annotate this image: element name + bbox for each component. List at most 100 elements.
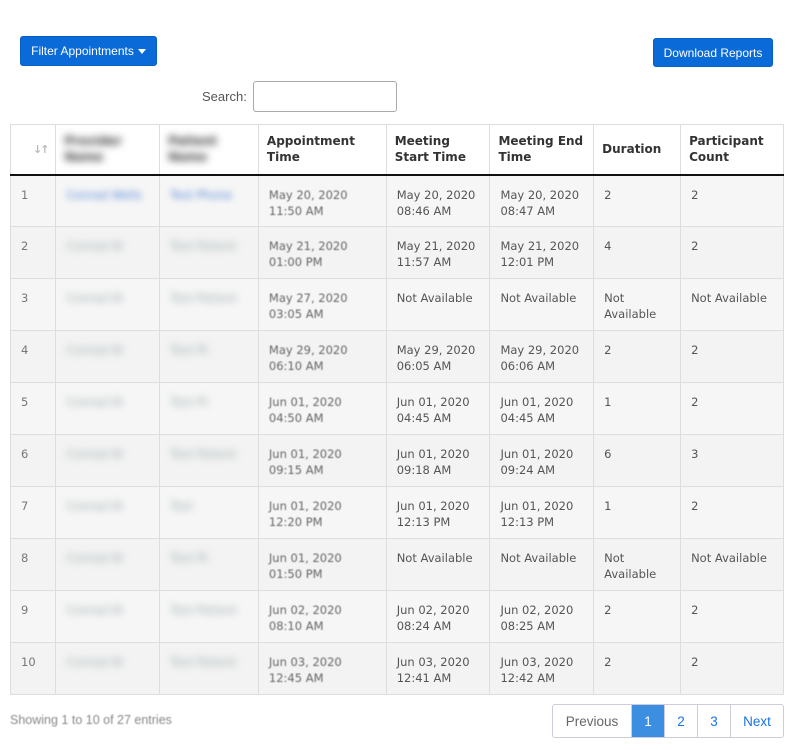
provider-header-label: Provider Name bbox=[64, 134, 122, 165]
patient-name-cell[interactable]: Test bbox=[159, 486, 259, 539]
provider-name-cell[interactable]: Conrad W bbox=[55, 434, 161, 487]
appointment-date: Jun 01, 2020 bbox=[268, 395, 342, 409]
row-number: 5 bbox=[9, 382, 57, 435]
provider-name: Conrad W bbox=[66, 239, 123, 253]
meeting-start-cell: Jun 01, 2020 04:45 AM bbox=[386, 382, 491, 435]
column-header-appointment-time[interactable]: Appointment Time bbox=[258, 124, 387, 176]
provider-name-cell[interactable]: Conrad W bbox=[55, 486, 161, 539]
column-header-patient[interactable]: Patient Name bbox=[159, 124, 259, 176]
appointment-date: May 21, 2020 bbox=[268, 239, 348, 253]
appointment-time-cell: May 27, 2020 03:05 AM bbox=[258, 278, 387, 331]
provider-name: Conrad W bbox=[66, 499, 123, 513]
provider-name-cell[interactable]: Conrad W bbox=[55, 382, 161, 435]
appointment-time-cell: May 29, 2020 06:10 AM bbox=[258, 330, 387, 383]
appointment-clock: 04:50 AM bbox=[268, 411, 324, 425]
row-number: 10 bbox=[9, 642, 57, 695]
meeting-start-clock: 11:57 AM bbox=[396, 255, 452, 269]
table-row: 5 Conrad W Test Pt Jun 01, 2020 04:50 AM Jun … bbox=[9, 382, 784, 435]
meeting-start-cell: May 21, 2020 11:57 AM bbox=[386, 226, 491, 279]
meeting-end-cell: Jun 01, 2020 12:13 PM bbox=[489, 486, 595, 539]
meeting-end-cell: Jun 01, 2020 04:45 AM bbox=[489, 382, 595, 435]
appointment-date: May 29, 2020 bbox=[268, 343, 348, 357]
appointment-date: Jun 01, 2020 bbox=[268, 447, 342, 461]
meeting-start-date: Jun 03, 2020 bbox=[396, 655, 470, 669]
column-header-meeting-end[interactable]: Meeting End Time bbox=[489, 124, 595, 176]
meeting-end-clock: 12:42 AM bbox=[500, 671, 556, 685]
column-header-provider[interactable]: Provider Name bbox=[55, 124, 161, 176]
provider-name-cell[interactable]: Conrad W bbox=[55, 538, 161, 591]
appointment-clock: 11:50 AM bbox=[268, 203, 324, 218]
duration-cell: 2 bbox=[593, 590, 682, 643]
meeting-end-date: Jun 02, 2020 bbox=[500, 603, 574, 617]
column-header-number[interactable]: ↓↑ bbox=[9, 124, 57, 176]
meeting-end-date: May 21, 2020 bbox=[500, 239, 580, 253]
filter-appointments-button[interactable]: Filter Appointments bbox=[20, 36, 157, 66]
appointment-date: May 27, 2020 bbox=[268, 291, 348, 305]
meeting-start-date: Jun 01, 2020 bbox=[396, 395, 470, 409]
provider-name-cell[interactable]: Conrad W bbox=[55, 330, 161, 383]
table-row: 10 Conrad W Test Patient Jun 03, 2020 12:45 … bbox=[9, 642, 784, 695]
provider-name-cell[interactable]: Conrad W bbox=[55, 642, 161, 695]
patient-name-cell[interactable]: Test Patient bbox=[159, 278, 259, 331]
meeting-start-date: Not Available bbox=[396, 291, 473, 305]
meeting-end-cell: May 29, 2020 06:06 AM bbox=[489, 330, 595, 383]
appointment-clock: 12:20 PM bbox=[268, 515, 323, 529]
participant-count-cell: 2 bbox=[680, 226, 784, 279]
row-number: 6 bbox=[9, 434, 57, 487]
appointment-clock: 09:15 AM bbox=[268, 463, 324, 477]
duration-cell: 4 bbox=[593, 226, 682, 279]
provider-name-cell[interactable]: Conrad W bbox=[55, 590, 161, 643]
search-row: Search: bbox=[0, 81, 787, 112]
meeting-end-clock: 04:45 AM bbox=[500, 411, 556, 425]
patient-name-cell[interactable]: Test Pt bbox=[159, 538, 259, 591]
meeting-start-date: May 29, 2020 bbox=[396, 343, 476, 357]
appointment-clock: 08:10 AM bbox=[268, 619, 324, 633]
appointment-time-cell: Jun 02, 2020 08:10 AM bbox=[258, 590, 387, 643]
appointment-date: Jun 01, 2020 bbox=[268, 499, 342, 513]
provider-name: Conrad W bbox=[66, 551, 123, 565]
patient-name-cell[interactable]: Test Patient bbox=[159, 590, 259, 643]
appointment-time-cell: May 20, 2020 11:50 AM bbox=[258, 174, 387, 227]
participant-count-cell: 2 bbox=[680, 174, 784, 227]
search-input[interactable] bbox=[253, 81, 397, 112]
pagination-page-1[interactable]: 1 bbox=[631, 705, 664, 737]
column-header-participant-count[interactable]: Participant Count bbox=[680, 124, 784, 176]
meeting-start-date: Jun 02, 2020 bbox=[396, 603, 470, 617]
patient-name-cell[interactable]: Test Pt bbox=[159, 382, 259, 435]
pagination-next[interactable]: Next bbox=[730, 705, 783, 737]
download-reports-button[interactable]: Download Reports bbox=[653, 38, 773, 67]
table-row: 1 Conrad Wells Test Phone May 20, 2020 11:50… bbox=[9, 174, 784, 227]
provider-name-cell[interactable]: Conrad Wells bbox=[55, 174, 161, 227]
meeting-end-clock: 12:01 PM bbox=[500, 255, 555, 269]
meeting-start-clock: 12:13 PM bbox=[396, 515, 451, 529]
patient-name: Test Patient bbox=[170, 447, 237, 461]
pagination-previous[interactable]: Previous bbox=[553, 705, 631, 737]
meeting-end-cell: Jun 01, 2020 09:24 AM bbox=[489, 434, 595, 487]
provider-name: Conrad W bbox=[66, 447, 123, 461]
column-header-duration[interactable]: Duration bbox=[593, 124, 682, 176]
patient-name-cell[interactable]: Test Pt bbox=[159, 330, 259, 383]
meeting-end-date: Jun 01, 2020 bbox=[500, 499, 574, 513]
patient-name-cell[interactable]: Test Patient bbox=[159, 642, 259, 695]
meeting-end-date: Jun 03, 2020 bbox=[500, 655, 574, 669]
pagination-page-2[interactable]: 2 bbox=[664, 705, 697, 737]
patient-name-cell[interactable]: Test Patient bbox=[159, 434, 259, 487]
participant-count-cell: 3 bbox=[680, 434, 784, 487]
pagination-page-3[interactable]: 3 bbox=[697, 705, 730, 737]
meeting-end-date: Jun 01, 2020 bbox=[500, 395, 574, 409]
appointment-clock: 01:50 PM bbox=[268, 567, 323, 581]
provider-name-cell[interactable]: Conrad W bbox=[55, 226, 161, 279]
provider-name-cell[interactable]: Conrad W bbox=[55, 278, 161, 331]
meeting-end-date: Not Available bbox=[500, 291, 577, 305]
search-label: Search: bbox=[202, 89, 247, 104]
column-header-meeting-start[interactable]: Meeting Start Time bbox=[386, 124, 491, 176]
appointment-time-cell: Jun 01, 2020 04:50 AM bbox=[258, 382, 387, 435]
provider-name: Conrad W bbox=[66, 603, 123, 617]
patient-name: Test Patient bbox=[170, 655, 237, 669]
duration-cell: 1 bbox=[593, 382, 682, 435]
patient-name: Test Patient bbox=[170, 603, 237, 617]
patient-name-cell[interactable]: Test Phone bbox=[159, 174, 259, 227]
row-number: 2 bbox=[9, 226, 57, 279]
patient-name-cell[interactable]: Test Patient bbox=[159, 226, 259, 279]
appointment-clock: 03:05 AM bbox=[268, 307, 324, 321]
